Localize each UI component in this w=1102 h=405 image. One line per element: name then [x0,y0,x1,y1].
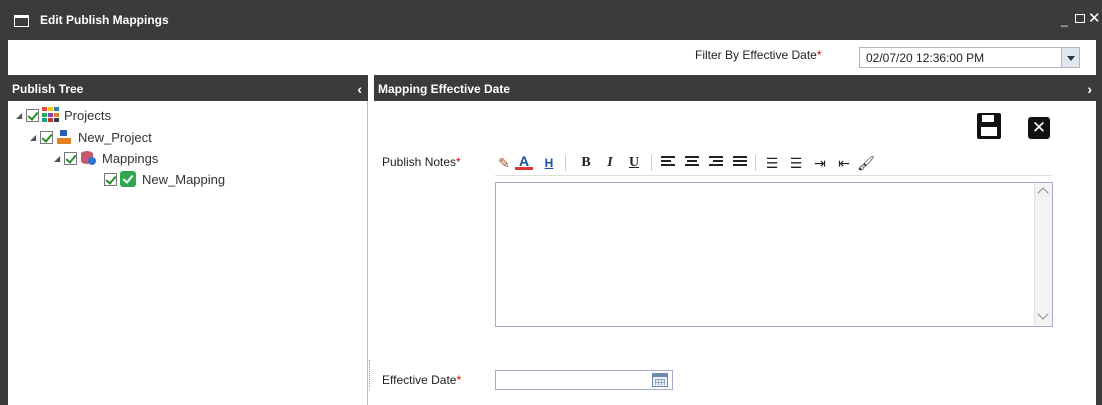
bold-button[interactable]: B [577,153,595,173]
calendar-icon[interactable] [652,373,668,387]
publish-tree-header: Publish Tree ‹ [8,75,368,101]
save-icon[interactable] [977,113,1001,139]
expand-toggle-icon[interactable]: ◢ [54,154,64,163]
panel-splitter[interactable] [369,360,371,390]
filter-effective-date-value: 02/07/20 12:36:00 PM [866,51,985,65]
highlight-button[interactable]: H [540,153,558,173]
align-right-icon[interactable] [709,156,723,168]
collapse-panel-icon[interactable]: ‹ [357,81,362,97]
required-marker: * [456,155,461,169]
align-center-icon[interactable] [685,156,699,168]
window-title: Edit Publish Mappings [40,13,169,27]
clear-formatting-brush-icon[interactable]: 🖌 [857,153,875,173]
toolbar-divider [755,155,756,171]
tree-node-projects[interactable]: ◢ Projects [16,105,111,125]
tree-node-new-project[interactable]: ◢ New_Project [30,127,152,147]
minimize-button[interactable]: _ [1061,13,1068,27]
filter-by-effective-date-label: Filter By Effective Date* [695,48,822,62]
justify-icon[interactable] [733,156,747,168]
scroll-up-icon[interactable] [1037,187,1049,199]
indent-icon[interactable]: ⇥ [811,153,829,173]
italic-button[interactable]: I [601,153,619,173]
rich-text-toolbar: ✎ A H B I U ☰ ☰ ⇥ ⇤ 🖌 [495,150,1050,176]
tree-checkbox[interactable] [40,130,53,144]
tree-node-label: New_Project [78,129,152,145]
publish-tree-panel: Publish Tree ‹ ◢ Projects ◢ New_Project … [8,75,368,405]
tree-node-label: Mappings [102,150,159,166]
required-marker: * [456,373,462,387]
format-painter-icon[interactable]: ✎ [495,153,513,173]
maximize-button[interactable] [1075,14,1085,23]
scroll-down-icon[interactable] [1037,308,1049,320]
expand-toggle-icon[interactable]: ◢ [30,133,40,142]
toolbar-divider [565,155,566,171]
publish-tree-title: Publish Tree [12,82,84,96]
close-icon[interactable]: ✕ [1028,117,1050,139]
required-marker: * [816,48,822,62]
outdent-icon[interactable]: ⇤ [835,153,853,173]
tree-checkbox[interactable] [64,151,77,165]
tree-checkbox[interactable] [104,172,117,186]
tree-node-label: Projects [64,107,111,123]
title-bar: Edit Publish Mappings _ ✕ [0,0,1102,40]
numbered-list-icon[interactable]: ☰ [763,153,781,173]
expand-toggle-icon[interactable]: ◢ [16,111,26,120]
mapping-effective-date-header: Mapping Effective Date › [374,75,1096,101]
expand-panel-icon[interactable]: › [1087,81,1092,97]
toolbar-divider-line [495,175,1052,176]
mapping-effective-date-title: Mapping Effective Date [378,82,511,96]
tree-node-mappings[interactable]: ◢ Mappings [54,148,158,168]
tree-node-new-mapping[interactable]: New_Mapping [104,169,225,189]
filter-effective-date-dropdown[interactable]: 02/07/20 12:36:00 PM [859,47,1080,68]
tree-node-label: New_Mapping [142,171,226,187]
effective-date-label: Effective Date* [382,373,462,387]
underline-button[interactable]: U [625,153,643,173]
bullet-list-icon[interactable]: ☰ [787,153,805,173]
notes-scrollbar[interactable] [1034,183,1052,326]
close-window-button[interactable]: ✕ [1088,11,1101,26]
publish-notes-label: Publish Notes* [382,155,461,169]
publish-notes-textarea[interactable] [495,182,1053,327]
toolbar-divider [651,155,652,171]
align-left-icon[interactable] [661,156,675,168]
effective-date-input[interactable] [495,370,673,390]
mappings-icon [80,150,96,166]
project-icon [56,129,72,145]
window-icon [14,15,29,27]
dropdown-arrow-icon[interactable] [1061,48,1079,67]
mapping-check-icon [120,171,136,187]
filter-bar: Filter By Effective Date* 02/07/20 12:36… [8,40,1096,73]
projects-icon [42,107,59,123]
tree-checkbox[interactable] [26,108,39,122]
font-color-button[interactable]: A [515,153,533,170]
